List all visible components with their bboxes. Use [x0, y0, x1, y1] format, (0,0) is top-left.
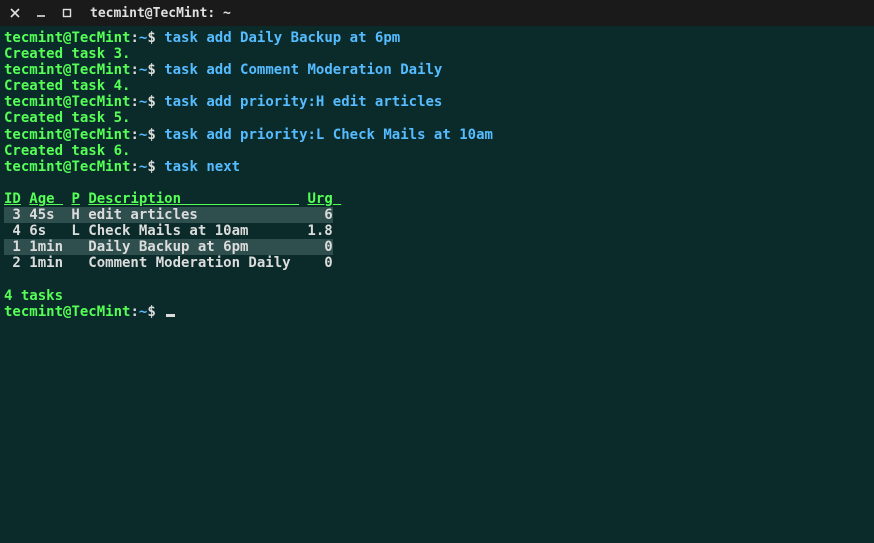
command-text: task add priority:H edit articles — [164, 94, 442, 110]
command-line: tecmint@TecMint:~$ task add priority:H e… — [4, 94, 870, 110]
window-titlebar: tecmint@TecMint: ~ — [0, 0, 874, 26]
command-line: tecmint@TecMint:~$ task add Comment Mode… — [4, 62, 870, 78]
command-output: Created task 6. — [4, 143, 870, 159]
table-row: 2 1min Comment Moderation Daily 0 — [4, 255, 870, 271]
prompt-user: tecmint — [4, 159, 63, 175]
prompt-colon: : — [130, 30, 138, 46]
prompt-colon: : — [130, 62, 138, 78]
prompt-symbol: $ — [147, 94, 164, 110]
table-row: 4 6s L Check Mails at 10am 1.8 — [4, 223, 870, 239]
window-title: tecmint@TecMint: ~ — [90, 6, 231, 21]
command-text: task add Daily Backup at 6pm — [164, 30, 400, 46]
table-header: ID Age P Description Urg — [4, 191, 870, 207]
prompt-host: TecMint — [71, 30, 130, 46]
command-line: tecmint@TecMint:~$ task next — [4, 159, 870, 175]
prompt-host: TecMint — [71, 304, 130, 320]
command-output: Created task 5. — [4, 110, 870, 126]
prompt-symbol: $ — [147, 304, 164, 320]
minimize-icon[interactable] — [34, 6, 48, 20]
prompt-user: tecmint — [4, 30, 63, 46]
table-row: 1 1min Daily Backup at 6pm 0 — [4, 239, 870, 255]
command-line: tecmint@TecMint:~$ — [4, 304, 870, 320]
prompt-user: tecmint — [4, 94, 63, 110]
prompt-host: TecMint — [71, 94, 130, 110]
prompt-symbol: $ — [147, 127, 164, 143]
prompt-user: tecmint — [4, 304, 63, 320]
prompt-user: tecmint — [4, 62, 63, 78]
prompt-symbol: $ — [147, 159, 164, 175]
prompt-colon: : — [130, 159, 138, 175]
blank-line — [4, 271, 870, 287]
prompt-host: TecMint — [71, 127, 130, 143]
maximize-icon[interactable] — [60, 6, 74, 20]
prompt-colon: : — [130, 94, 138, 110]
terminal-body[interactable]: tecmint@TecMint:~$ task add Daily Backup… — [0, 26, 874, 324]
command-text: task add Comment Moderation Daily — [164, 62, 442, 78]
command-text: task next — [164, 159, 240, 175]
prompt-symbol: $ — [147, 30, 164, 46]
prompt-host: TecMint — [71, 62, 130, 78]
cursor-icon — [166, 314, 175, 317]
prompt-colon: : — [130, 304, 138, 320]
prompt-user: tecmint — [4, 127, 63, 143]
command-line: tecmint@TecMint:~$ task add Daily Backup… — [4, 30, 870, 46]
command-line: tecmint@TecMint:~$ task add priority:L C… — [4, 127, 870, 143]
command-output: Created task 3. — [4, 46, 870, 62]
prompt-symbol: $ — [147, 62, 164, 78]
table-row: 3 45s H edit articles 6 — [4, 207, 870, 223]
command-output: Created task 4. — [4, 78, 870, 94]
close-icon[interactable] — [8, 6, 22, 20]
task-count: 4 tasks — [4, 288, 870, 304]
command-text: task add priority:L Check Mails at 10am — [164, 127, 493, 143]
prompt-host: TecMint — [71, 159, 130, 175]
blank-line — [4, 175, 870, 191]
prompt-colon: : — [130, 127, 138, 143]
